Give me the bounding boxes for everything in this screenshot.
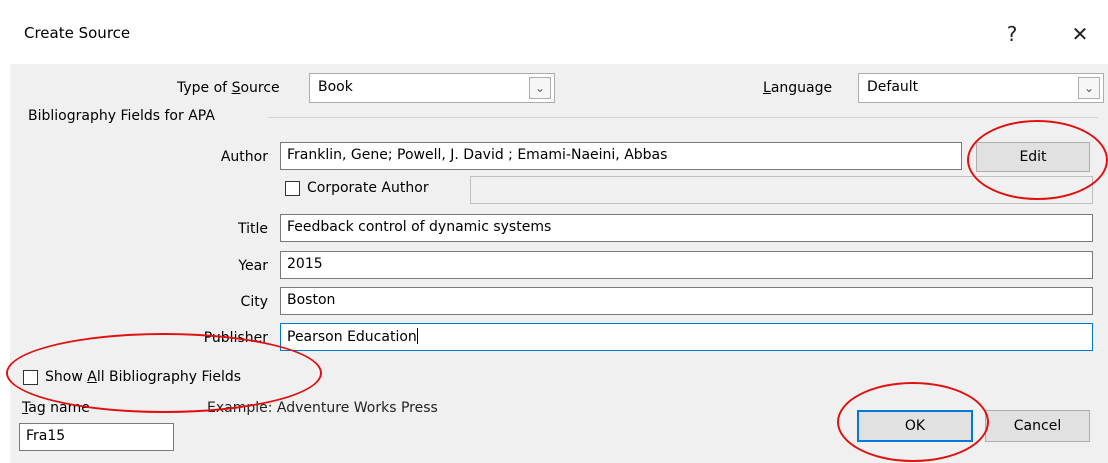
language-select[interactable]: Default ⌄ xyxy=(858,73,1104,103)
tag-name-label: Tag name xyxy=(22,400,90,416)
year-field[interactable]: 2015 xyxy=(280,251,1093,279)
chevron-down-icon[interactable]: ⌄ xyxy=(1078,77,1100,99)
language-value: Default xyxy=(867,79,919,95)
chevron-down-icon[interactable]: ⌄ xyxy=(529,77,551,99)
edit-button[interactable]: Edit xyxy=(976,142,1090,172)
show-all-fields-label: Show All Bibliography Fields xyxy=(45,369,242,385)
author-field[interactable]: Franklin, Gene; Powell, J. David ; Emami… xyxy=(280,142,962,170)
close-button[interactable]: ✕ xyxy=(1058,14,1102,54)
title-label: Title xyxy=(237,221,268,237)
year-label: Year xyxy=(238,258,268,274)
language-label: Language xyxy=(763,80,833,96)
cancel-button[interactable]: Cancel xyxy=(985,410,1090,442)
show-all-fields-checkbox[interactable] xyxy=(23,370,38,385)
help-icon: ? xyxy=(1006,22,1018,46)
author-label: Author xyxy=(220,149,268,165)
close-icon: ✕ xyxy=(1071,22,1089,46)
tag-name-field[interactable]: Fra15 xyxy=(19,423,174,451)
corporate-author-label: Corporate Author xyxy=(307,180,429,196)
help-button[interactable]: ? xyxy=(990,14,1034,54)
publisher-field[interactable]: Pearson Education xyxy=(280,323,1093,351)
city-field[interactable]: Boston xyxy=(280,287,1093,315)
ok-button[interactable]: OK xyxy=(857,410,973,442)
tag-example-text: Example: Adventure Works Press xyxy=(207,400,438,416)
window-title: Create Source xyxy=(24,24,131,42)
publisher-label: Publisher xyxy=(203,330,268,346)
type-of-source-value: Book xyxy=(318,79,353,95)
title-field[interactable]: Feedback control of dynamic systems xyxy=(280,214,1093,242)
corporate-author-checkbox[interactable] xyxy=(285,181,300,196)
type-of-source-label: Type of Source xyxy=(177,80,280,96)
type-of-source-select[interactable]: Book ⌄ xyxy=(309,73,555,103)
group-divider xyxy=(268,117,1098,118)
corporate-author-field[interactable] xyxy=(470,176,1093,204)
city-label: City xyxy=(240,294,268,310)
group-title: Bibliography Fields for APA xyxy=(28,108,215,124)
text-cursor xyxy=(416,328,418,344)
title-bar xyxy=(0,0,1108,64)
